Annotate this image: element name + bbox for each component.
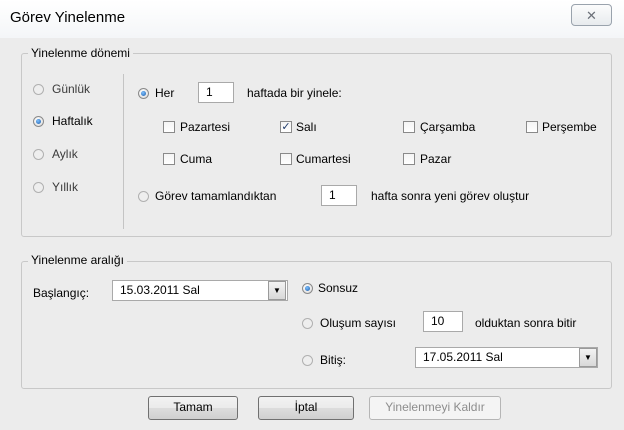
label-daily: Günlük [52, 82, 91, 96]
label-monthly: Aylık [52, 147, 78, 161]
cancel-button[interactable]: İptal [258, 396, 354, 420]
radio-occurrences[interactable] [302, 318, 313, 329]
recurrence-range-legend: Yinelenme aralığı [28, 253, 127, 267]
radio-regenerate[interactable] [138, 191, 149, 202]
label-wednesday: Çarşamba [420, 120, 476, 134]
label-regenerate: Görev tamamlandıktan [155, 189, 277, 203]
label-monday: Pazartesi [180, 120, 231, 134]
end-date-dropdown-button[interactable]: ▼ [579, 348, 597, 367]
checkbox-friday[interactable] [163, 153, 175, 165]
label-occurrences: Oluşum sayısı [320, 316, 397, 330]
label-no-end: Sonsuz [318, 281, 359, 295]
radio-end-by[interactable] [302, 355, 313, 366]
recurrence-pattern-legend: Yinelenme dönemi [28, 46, 133, 60]
radio-yearly[interactable] [33, 182, 44, 193]
radio-daily[interactable] [33, 84, 44, 95]
checkbox-wednesday[interactable] [403, 121, 415, 133]
close-button[interactable]: ✕ [571, 4, 612, 26]
radio-no-end[interactable] [302, 283, 313, 294]
radio-weekly[interactable] [33, 116, 44, 127]
radio-monthly[interactable] [33, 149, 44, 160]
title-bar: Görev Yinelenme ✕ [0, 0, 624, 38]
checkbox-monday[interactable] [163, 121, 175, 133]
label-end-by: Bitiş: [320, 353, 347, 367]
checkbox-tuesday[interactable]: ✓ [280, 121, 292, 133]
remove-recurrence-button[interactable]: Yinelenmeyi Kaldır [369, 396, 501, 420]
pattern-divider [123, 74, 124, 229]
regenerate-weeks-input[interactable]: 1 [321, 185, 357, 206]
label-every: Her [155, 86, 175, 100]
label-friday: Cuma [180, 152, 213, 166]
occurrences-input[interactable]: 10 [423, 311, 463, 332]
close-icon: ✕ [586, 8, 597, 23]
check-icon: ✓ [281, 121, 291, 133]
end-date-combo[interactable]: 17.05.2011 Sal [415, 347, 598, 368]
checkbox-saturday[interactable] [280, 153, 292, 165]
label-thursday: Perşembe [542, 120, 597, 134]
checkbox-thursday[interactable] [526, 121, 538, 133]
end-date-value: 17.05.2011 Sal [423, 350, 503, 364]
label-sunday: Pazar [420, 152, 452, 166]
start-date-dropdown-button[interactable]: ▼ [268, 281, 286, 300]
label-regenerate-suffix: hafta sonra yeni görev oluştur [371, 189, 530, 203]
start-date-value: 15.03.2011 Sal [120, 283, 200, 297]
chevron-down-icon: ▼ [584, 353, 592, 362]
label-yearly: Yıllık [52, 180, 79, 194]
start-date-combo[interactable]: 15.03.2011 Sal [112, 280, 288, 301]
label-tuesday: Salı [296, 120, 317, 134]
every-weeks-input[interactable]: 1 [198, 82, 234, 103]
label-weekly: Haftalık [52, 114, 93, 128]
label-occurrences-suffix: olduktan sonra bitir [475, 316, 577, 330]
label-every-suffix: haftada bir yinele: [247, 86, 342, 100]
label-saturday: Cumartesi [296, 152, 351, 166]
radio-every-weeks[interactable] [138, 88, 149, 99]
window-title: Görev Yinelenme [10, 9, 126, 26]
label-start: Başlangıç: [33, 286, 90, 300]
chevron-down-icon: ▼ [273, 286, 281, 295]
checkbox-sunday[interactable] [403, 153, 415, 165]
recurrence-pattern-group [21, 53, 612, 237]
ok-button[interactable]: Tamam [148, 396, 238, 420]
